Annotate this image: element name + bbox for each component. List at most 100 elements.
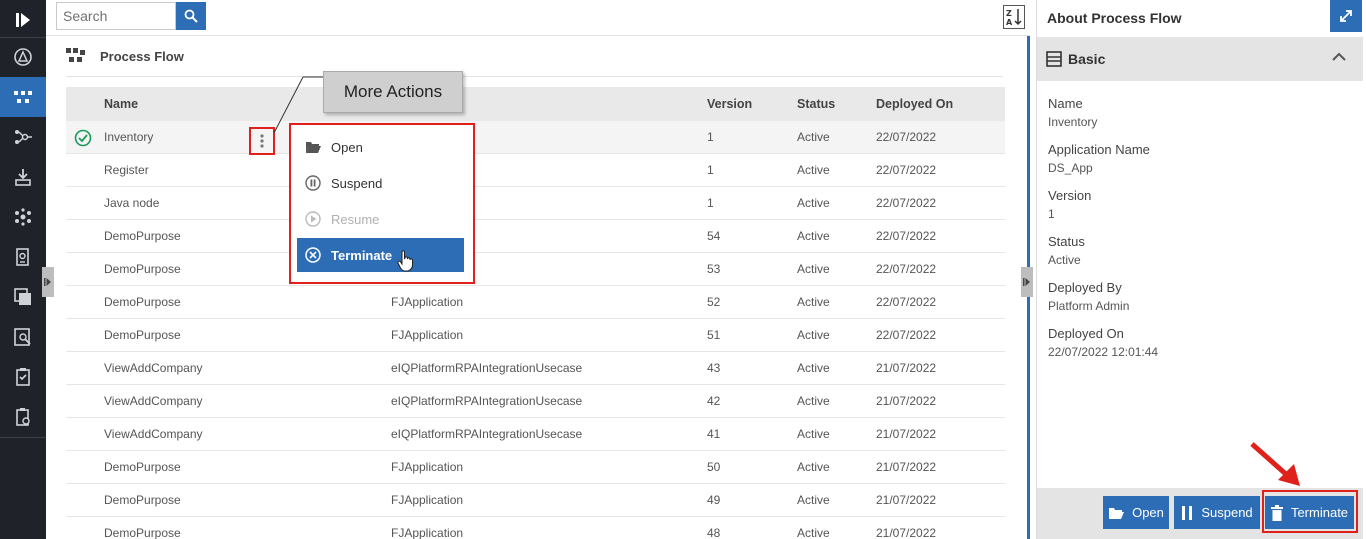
table-row[interactable]: DemoPurpose 53 Active 22/07/2022: [66, 253, 1005, 286]
page-title: Process Flow: [100, 48, 184, 64]
column-header-deployed-on[interactable]: Deployed On: [876, 87, 953, 121]
hand-cursor-icon: [397, 250, 413, 272]
nav-checklist-icon[interactable]: [0, 357, 46, 397]
nav-search-log-icon[interactable]: [0, 317, 46, 357]
row-status-cell: Active: [797, 361, 830, 375]
search-button[interactable]: [176, 2, 206, 30]
row-name-cell: DemoPurpose: [104, 526, 181, 539]
row-version-cell: 49: [707, 493, 721, 507]
row-application-cell: FJApplication: [391, 460, 464, 474]
nav-process-flow-icon[interactable]: [0, 77, 46, 117]
main-content: Z A Process Flow Name Name Version Statu…: [42, 0, 1030, 539]
row-deployed-on-cell: 21/07/2022: [876, 460, 937, 474]
column-header-status[interactable]: Status: [797, 87, 835, 121]
row-deployed-on-cell: 22/07/2022: [876, 295, 937, 309]
row-deployed-on-cell: 21/07/2022: [876, 493, 937, 507]
menu-item-label: Resume: [331, 211, 380, 227]
table-row[interactable]: DemoPurpose FJApplication 50 Active 21/07/20…: [66, 451, 1005, 484]
suspend-button[interactable]: Suspend: [1174, 496, 1260, 529]
open-button[interactable]: Open: [1103, 496, 1169, 529]
menu-item-suspend[interactable]: Suspend: [297, 166, 464, 200]
detail-field-label: Deployed By: [1048, 280, 1122, 295]
pause-icon: [1182, 505, 1193, 520]
table-row[interactable]: DemoPurpose FJApplication 49 Active 21/07/20…: [66, 484, 1005, 517]
nav-workflow-icon[interactable]: [0, 117, 46, 157]
detail-field-label: Status: [1048, 234, 1085, 249]
detail-field: Name Inventory: [1048, 96, 1097, 129]
nav-clipboard-settings-icon[interactable]: [0, 397, 46, 437]
more-actions-button[interactable]: [249, 127, 275, 155]
row-status-cell: Active: [797, 295, 830, 309]
suspend-button-label: Suspend: [1201, 505, 1253, 520]
chevron-up-icon[interactable]: [1331, 51, 1347, 63]
row-deployed-on-cell: 21/07/2022: [876, 394, 937, 408]
menu-item-resume: Resume: [297, 202, 464, 236]
row-name-cell: Java node: [104, 196, 160, 210]
detail-field-value: 22/07/2022 12:01:44: [1048, 345, 1159, 359]
row-status-cell: Active: [797, 526, 830, 539]
collapse-panel-handle[interactable]: [1021, 267, 1033, 297]
table-row[interactable]: Inventory 1 Active 22/07/2022: [66, 121, 1005, 154]
table-row[interactable]: DemoPurpose FJApplication 52 Active 22/07/20…: [66, 286, 1005, 319]
table-row[interactable]: DemoPurpose 54 Active 22/07/2022: [66, 220, 1005, 253]
detail-field-label: Application Name: [1048, 142, 1150, 157]
search-input[interactable]: [56, 2, 176, 30]
terminate-highlight-box: [1262, 490, 1358, 533]
table-row[interactable]: ViewAddCompany eIQPlatformRPAIntegrationU…: [66, 352, 1005, 385]
table-row[interactable]: Java node 1 Active 22/07/2022: [66, 187, 1005, 220]
nav-network-icon[interactable]: [0, 197, 46, 237]
folder-open-icon: [1109, 507, 1125, 519]
row-status-cell: Active: [797, 163, 830, 177]
column-header-version[interactable]: Version: [707, 87, 752, 121]
row-version-cell: 43: [707, 361, 721, 375]
menu-item-label: Suspend: [331, 175, 383, 191]
collapse-nav-icon[interactable]: [0, 0, 46, 40]
menu-item-open[interactable]: Open: [297, 130, 464, 164]
row-version-cell: 48: [707, 526, 721, 539]
row-deployed-on-cell: 22/07/2022: [876, 229, 937, 243]
row-deployed-on-cell: 22/07/2022: [876, 130, 937, 144]
detail-field: Status Active: [1048, 234, 1085, 267]
nav-copy-icon[interactable]: [0, 277, 46, 317]
row-application-cell: FJApplication: [391, 526, 464, 539]
row-version-cell: 1: [707, 196, 714, 210]
row-version-cell: 42: [707, 394, 721, 408]
sort-z-a-button[interactable]: Z A: [1003, 5, 1025, 29]
row-status-cell: Active: [797, 262, 830, 276]
row-version-cell: 41: [707, 427, 721, 441]
form-icon: [1046, 51, 1062, 67]
left-nav-rail: [0, 0, 46, 539]
row-deployed-on-cell: 22/07/2022: [876, 262, 937, 276]
search-icon: [184, 9, 198, 23]
detail-field-value: 1: [1048, 207, 1055, 221]
detail-field: Deployed On 22/07/2022 12:01:44: [1048, 326, 1158, 359]
nav-home-icon[interactable]: [0, 37, 46, 77]
row-application-cell: eIQPlatformRPAIntegrationUsecase: [391, 427, 583, 441]
table-row[interactable]: DemoPurpose FJApplication 51 Active 22/07/20…: [66, 319, 1005, 352]
nav-report-icon[interactable]: [0, 237, 46, 277]
expand-panel-button[interactable]: [1330, 0, 1362, 32]
table-row[interactable]: ViewAddCompany eIQPlatformRPAIntegrationU…: [66, 385, 1005, 418]
detail-field-value: Active: [1048, 253, 1081, 267]
row-status-cell: Active: [797, 493, 830, 507]
row-deployed-on-cell: 22/07/2022: [876, 196, 937, 210]
nav-deploy-icon[interactable]: [0, 157, 46, 197]
row-version-cell: 1: [707, 130, 714, 144]
row-name-cell: DemoPurpose: [104, 295, 181, 309]
expand-left-nav-handle[interactable]: [42, 267, 54, 297]
table-header: Name Name Version Status Deployed On: [66, 87, 1005, 121]
row-status-cell: Active: [797, 394, 830, 408]
chevron-right-icon: [44, 278, 51, 286]
basic-section-header[interactable]: Basic: [1037, 37, 1363, 81]
selected-check-icon: [74, 129, 92, 147]
table-row[interactable]: ViewAddCompany eIQPlatformRPAIntegrationU…: [66, 418, 1005, 451]
row-name-cell: Inventory: [104, 130, 154, 144]
menu-item-terminate[interactable]: Terminate: [297, 238, 464, 272]
table-row[interactable]: DemoPurpose FJApplication 48 Active 21/07/20…: [66, 517, 1005, 539]
table-row[interactable]: Register 1 Active 22/07/2022: [66, 154, 1005, 187]
column-header-name[interactable]: Name: [104, 87, 138, 121]
row-name-cell: DemoPurpose: [104, 262, 181, 276]
section-header: Process Flow: [66, 46, 184, 66]
row-name-cell: DemoPurpose: [104, 460, 181, 474]
row-status-cell: Active: [797, 130, 830, 144]
